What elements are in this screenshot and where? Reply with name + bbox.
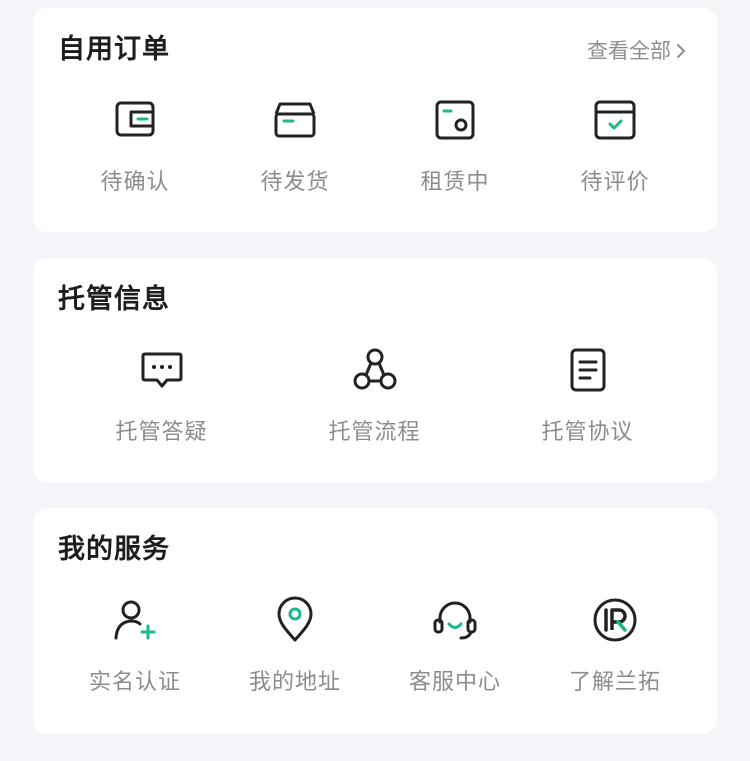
chat-bubble-icon: [141, 352, 182, 388]
hosting-process[interactable]: 托管流程: [268, 346, 481, 448]
service-about-lantuo-label: 了解兰拓: [568, 670, 661, 695]
order-pending-confirm[interactable]: 待确认: [55, 96, 215, 198]
location-pin-icon: [277, 596, 313, 642]
service-customer-center-label: 客服中心: [408, 670, 501, 695]
order-pending-ship[interactable]: 待发货: [215, 96, 375, 198]
flow-nodes-icon: [353, 348, 396, 390]
document-icon: [570, 348, 605, 392]
headset-icon: [433, 601, 477, 640]
wallet-icon: [115, 101, 155, 137]
services-card: 我的服务 实名认证 我的地址 客服中心 了解兰拓: [33, 508, 717, 734]
view-all-orders-link[interactable]: 查看全部: [587, 36, 687, 66]
view-all-label: 查看全部: [587, 39, 671, 63]
hosting-faq[interactable]: 托管答疑: [55, 346, 268, 448]
order-leasing-label: 租赁中: [420, 170, 490, 195]
order-pending-review[interactable]: 待评价: [535, 96, 695, 198]
order-pending-ship-label: 待发货: [260, 170, 330, 195]
box-icon: [274, 102, 316, 138]
orders-card: 自用订单 查看全部 待确认 待发货 租赁中 待评价: [33, 8, 717, 232]
review-icon: [594, 100, 636, 140]
hosting-title: 托管信息: [58, 284, 170, 315]
orders-title: 自用订单: [58, 34, 170, 65]
hosting-process-label: 托管流程: [328, 420, 421, 445]
user-add-icon: [114, 600, 156, 640]
service-real-name-auth[interactable]: 实名认证: [55, 596, 215, 698]
order-pending-confirm-label: 待确认: [100, 170, 170, 195]
hosting-card: 托管信息 托管答疑 托管流程 托管协议: [33, 258, 717, 482]
lease-icon: [435, 100, 475, 140]
service-about-lantuo[interactable]: 了解兰拓: [535, 596, 695, 698]
service-real-name-auth-label: 实名认证: [88, 670, 181, 695]
service-my-address[interactable]: 我的地址: [215, 596, 375, 698]
hosting-agreement-label: 托管协议: [541, 420, 634, 445]
order-pending-review-label: 待评价: [580, 170, 650, 195]
hosting-agreement[interactable]: 托管协议: [481, 346, 694, 448]
services-title: 我的服务: [58, 534, 170, 565]
hosting-faq-label: 托管答疑: [115, 420, 208, 445]
brand-logo-icon: [593, 598, 637, 642]
order-leasing[interactable]: 租赁中: [375, 96, 535, 198]
chevron-right-icon: [677, 44, 685, 58]
service-customer-center[interactable]: 客服中心: [375, 596, 535, 698]
service-my-address-label: 我的地址: [248, 670, 341, 695]
